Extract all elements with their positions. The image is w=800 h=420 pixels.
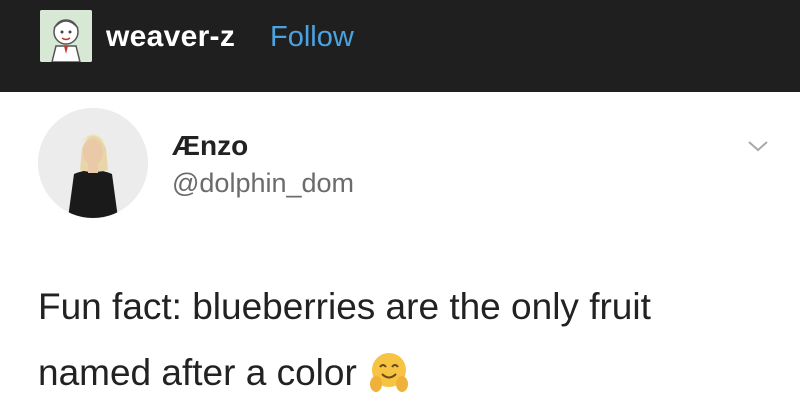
follow-button[interactable]: Follow — [270, 21, 354, 54]
tweet-text: Fun fact: blueberries are the only fruit… — [38, 274, 778, 406]
tweet-text-line-2: named after a color — [38, 340, 778, 406]
tweet-avatar[interactable] — [38, 108, 148, 218]
tumblr-avatar[interactable] — [40, 10, 92, 62]
embedded-tweet: Ænzo @dolphin_dom Fun fact: blueberries … — [0, 92, 800, 420]
username[interactable]: weaver-z — [106, 20, 235, 54]
smiling-face-with-open-hands-emoji-icon — [367, 349, 411, 393]
post-header: weaver-z Follow — [0, 0, 800, 92]
tweet-text-line: named after a color — [38, 352, 357, 393]
tweet-display-name[interactable]: Ænzo — [172, 130, 248, 162]
tweet-handle[interactable]: @dolphin_dom — [172, 168, 354, 199]
chevron-down-icon[interactable] — [746, 138, 770, 154]
tweet-text-line: Fun fact: blueberries are the only fruit — [38, 286, 651, 327]
